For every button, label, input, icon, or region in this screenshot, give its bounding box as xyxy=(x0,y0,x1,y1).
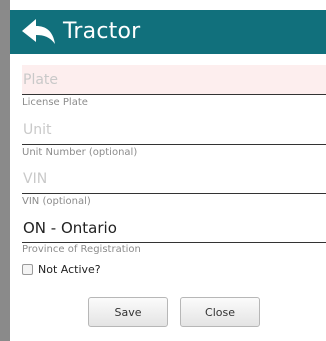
vin-label: VIN (optional) xyxy=(22,196,91,207)
not-active-label: Not Active? xyxy=(38,263,101,276)
license-plate-label: License Plate xyxy=(22,97,88,108)
province-label: Province of Registration xyxy=(22,244,141,255)
background-strip xyxy=(0,0,326,10)
dialog-header: Tractor xyxy=(10,10,326,54)
license-plate-input[interactable] xyxy=(22,65,326,95)
tractor-dialog: Tractor License Plate Unit Number (optio… xyxy=(10,10,326,341)
province-input[interactable] xyxy=(22,213,326,243)
dialog-title: Tractor xyxy=(63,19,141,44)
save-button[interactable]: Save xyxy=(88,297,168,327)
unit-number-label: Unit Number (optional) xyxy=(22,147,138,158)
close-button[interactable]: Close xyxy=(180,297,260,327)
back-arrow-icon[interactable] xyxy=(22,19,56,45)
unit-number-input[interactable] xyxy=(22,115,326,145)
background-rail xyxy=(0,0,10,341)
not-active-checkbox[interactable] xyxy=(22,264,33,275)
vin-input[interactable] xyxy=(22,164,326,194)
